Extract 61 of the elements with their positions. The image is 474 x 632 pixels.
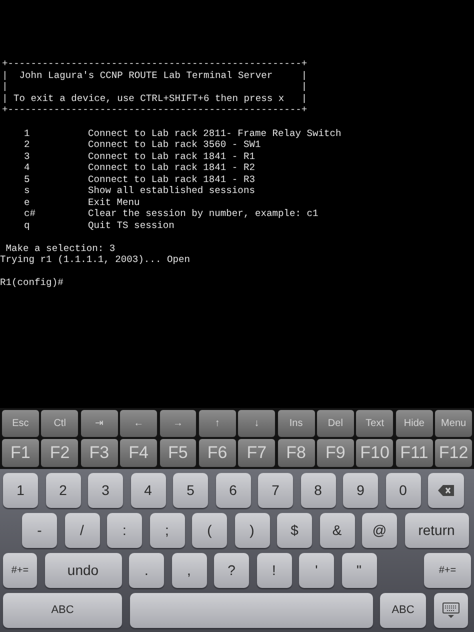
keyboard-key[interactable]: ! <box>256 553 292 588</box>
keyboard-key[interactable]: / <box>64 513 100 548</box>
menu-option-key: 4 <box>0 162 88 174</box>
keyboard-key[interactable]: 6 <box>216 473 250 508</box>
menu-option-text: Connect to Lab rack 2811- Frame Relay Switch <box>88 128 342 139</box>
keyboard-key[interactable]: 4 <box>130 473 166 508</box>
menu-option-text: Connect to Lab rack 1841 - R2 <box>88 162 255 174</box>
menu-option-key: 1 <box>0 128 88 139</box>
menu-option-key: q <box>0 220 88 231</box>
keyboard-key[interactable]: 2 <box>46 473 80 508</box>
backspace-key[interactable] <box>428 473 464 508</box>
menu-option-key: 3 <box>0 150 88 162</box>
menu-option-text: Connect to Lab rack 1841 - R1 <box>88 150 255 162</box>
menu-option-text: Connect to Lab rack 3560 - SW1 <box>88 139 261 150</box>
hide-keyboard-key[interactable] <box>434 593 468 628</box>
menu-option-text: Show all established sessions <box>88 185 255 196</box>
keyboard-key[interactable]: ABC <box>380 593 426 628</box>
keyboard-key[interactable]: 5 <box>173 473 208 508</box>
menu-option-key: c# <box>0 208 88 220</box>
keyboard-key[interactable]: 7 <box>258 473 293 508</box>
keyboard-key[interactable]: ' <box>299 553 334 588</box>
terminal-line: Trying r1 (1.1.1.1, 2003)... Open <box>0 254 190 266</box>
terminal-line: Make a selection: 3 <box>4 242 116 254</box>
menu-option-key: s <box>0 185 88 196</box>
keyboard-key[interactable]: @ <box>362 513 397 548</box>
terminal-line: +---------------------------------------------------+ <box>2 58 308 70</box>
keyboard-key[interactable]: #+= <box>424 553 471 588</box>
keyboard-key[interactable]: " <box>342 553 376 588</box>
command-prompt: R1(config)# <box>0 277 64 288</box>
menu-option-text: Exit Menu <box>88 196 140 208</box>
backspace-icon <box>438 485 454 496</box>
menu-option-key: 2 <box>0 139 88 150</box>
menu-option-text: Connect to Lab rack 1841 - R3 <box>88 174 255 185</box>
keyboard-key[interactable]: $ <box>277 513 312 548</box>
keyboard-key[interactable]: return <box>404 513 468 548</box>
keyboard-key[interactable]: #+= <box>3 553 37 588</box>
terminal-line: | John Lagura's CCNP ROUTE Lab Terminal Server | <box>2 70 308 81</box>
keyboard-key[interactable]: ( <box>192 513 227 548</box>
keyboard-key[interactable]: 1 <box>3 473 38 508</box>
keyboard-key[interactable]: 9 <box>343 473 378 508</box>
keyboard-key[interactable]: undo <box>44 553 122 588</box>
keyboard-key[interactable]: - <box>22 513 57 548</box>
menu-option-key: e <box>0 196 88 208</box>
terminal-line: | To exit a device, use CTRL+SHIFT+6 then press x | <box>2 92 308 104</box>
keyboard-key[interactable]: ? <box>214 553 249 588</box>
terminal-line: +---------------------------------------------------+ <box>2 104 308 116</box>
keyboard-key[interactable]: ; <box>150 513 184 548</box>
menu-option-text: Clear the session by number, example: c1 <box>88 208 318 220</box>
keyboard-key[interactable]: 8 <box>300 473 336 508</box>
terminal-line: | | <box>2 81 308 92</box>
keyboard-key[interactable]: 0 <box>386 473 420 508</box>
keyboard-key[interactable]: , <box>172 553 206 588</box>
keyboard-hide-icon <box>442 602 460 620</box>
keyboard-key[interactable]: ABC <box>3 593 122 628</box>
keyboard-key[interactable]: & <box>320 513 354 548</box>
keyboard-key[interactable]: 3 <box>88 473 123 508</box>
menu-option-text: Quit TS session <box>88 220 174 231</box>
keyboard-key[interactable]: : <box>107 513 142 548</box>
menu-option-key: 5 <box>0 174 88 185</box>
keyboard-key[interactable]: ) <box>234 513 270 548</box>
keyboard-key[interactable]: . <box>129 553 164 588</box>
